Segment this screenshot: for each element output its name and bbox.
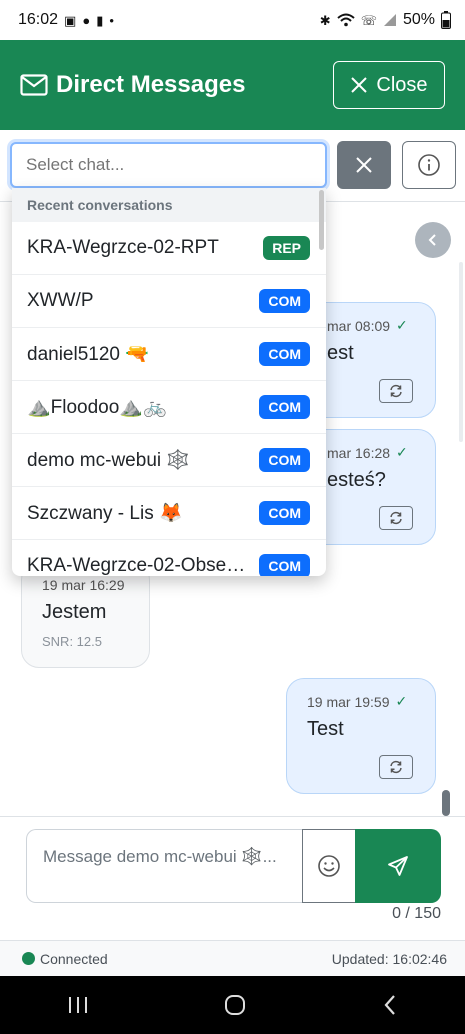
teams-icon: ▮ [96, 12, 104, 28]
recent-apps-icon[interactable] [67, 995, 89, 1015]
battery-icon [441, 11, 451, 29]
scroll-left-button[interactable] [415, 222, 451, 258]
message-bubble: 19 mar 19:59 ✓ Test [286, 678, 436, 794]
refresh-icon [390, 760, 402, 774]
clear-chat-button[interactable] [337, 141, 391, 189]
refresh-icon [390, 511, 402, 525]
chat-option[interactable]: XWW/P COM [12, 275, 326, 328]
envelope-icon [20, 74, 48, 96]
info-icon [418, 154, 440, 176]
chat-option[interactable]: daniel5120 🔫 COM [12, 328, 326, 381]
message-time: 19 mar 19:59 [307, 693, 390, 710]
contact-info-button[interactable] [402, 141, 456, 189]
message-time: mar 16:28 [327, 444, 391, 461]
smiley-icon [318, 855, 340, 877]
chat-option[interactable]: Szczwany - Lis 🦊 COM [12, 487, 326, 540]
bluetooth-icon: ✱ [319, 12, 331, 28]
send-icon [388, 856, 408, 876]
resend-button[interactable] [379, 379, 413, 403]
emoji-button[interactable] [302, 829, 356, 903]
last-updated: Updated: 16:02:46 [331, 950, 447, 967]
wifi-call-icon: ☏ [360, 12, 377, 28]
message-text: Jestem [42, 601, 107, 623]
connection-status: Connected [40, 950, 108, 967]
close-button-label: Close [376, 73, 428, 96]
status-footer: Connected Updated: 16:02:46 [0, 940, 465, 976]
notification-icon: ▣ [64, 12, 77, 28]
message-snr: SNR: 12.5 [42, 634, 102, 649]
page-scroll-track [459, 262, 463, 442]
send-button[interactable] [355, 829, 441, 903]
type-badge: COM [259, 501, 310, 525]
delivered-check-icon: ✓ [396, 444, 408, 460]
dropdown-scrollbar[interactable] [319, 190, 324, 250]
chat-option-name: KRA-Wegrzce-02-RPT [27, 237, 219, 258]
battery-level: 50% [402, 11, 435, 28]
wifi-icon [337, 13, 355, 27]
page-title: Direct Messages [56, 71, 246, 98]
type-badge: COM [259, 448, 310, 472]
system-nav-bar [0, 976, 465, 1034]
resend-button[interactable] [379, 506, 413, 530]
message-input[interactable]: Message demo mc-webui 🕸️... [26, 829, 304, 903]
chat-option[interactable]: KRA-Wegrzce-02-RPT REP [12, 222, 326, 275]
delivered-check-icon: ✓ [396, 317, 408, 333]
message-time: 19 mar 16:29 [42, 577, 125, 593]
character-counter: 0 / 150 [392, 905, 441, 922]
message-time: mar 08:09 [327, 317, 391, 334]
facebook-icon: ● [82, 12, 91, 28]
close-button[interactable]: Close [333, 61, 445, 109]
chat-option-name: XWW/P [27, 290, 94, 311]
status-bar: 16:02 ▣ ● ▮ • ✱ ☏ 50% [0, 0, 465, 40]
type-badge: COM [259, 395, 310, 419]
chat-dropdown: Recent conversations KRA-Wegrzce-02-RPT R… [12, 188, 326, 576]
type-badge: COM [259, 554, 310, 576]
home-icon[interactable] [223, 993, 247, 1017]
status-time: 16:02 [18, 11, 59, 28]
more-notifications-icon: • [109, 12, 114, 28]
signal-icon [383, 14, 396, 26]
chat-option[interactable]: ⛰️Floodoo⛰️🚲 COM [12, 381, 326, 434]
type-badge: COM [259, 289, 310, 313]
clear-x-icon [356, 157, 372, 173]
chat-option[interactable]: demo mc-webui 🕸️ COM [12, 434, 326, 487]
type-badge: COM [259, 342, 310, 366]
message-list-scrollbar[interactable] [442, 790, 450, 816]
delivered-check-icon: ✓ [395, 693, 408, 709]
back-icon[interactable] [382, 994, 398, 1016]
message-bubble: 19 mar 16:29 Jestem SNR: 12.5 [21, 562, 150, 668]
refresh-icon [390, 384, 402, 398]
chat-option-name: Szczwany - Lis 🦊 [27, 503, 183, 524]
chat-option-name: demo mc-webui 🕸️ [27, 450, 191, 471]
chat-option-name: daniel5120 🔫 [27, 344, 149, 365]
chat-option-name: KRA-Wegrzce-02-Obse… [27, 555, 246, 576]
resend-button[interactable] [379, 755, 413, 779]
message-composer: Message demo mc-webui 🕸️... 0 / 150 [0, 816, 465, 940]
chat-option[interactable]: KRA-Wegrzce-02-Obse… COM [12, 540, 326, 576]
dropdown-section-label: Recent conversations [12, 188, 326, 222]
message-text: Test [307, 718, 344, 740]
header: Direct Messages Close [0, 40, 465, 130]
chevron-left-icon [428, 234, 436, 246]
close-icon [351, 77, 368, 93]
type-badge: REP [263, 236, 310, 260]
connection-dot-icon [22, 952, 35, 965]
chat-select-input[interactable] [10, 142, 327, 188]
chat-option-name: ⛰️Floodoo⛰️🚲 [27, 397, 167, 418]
